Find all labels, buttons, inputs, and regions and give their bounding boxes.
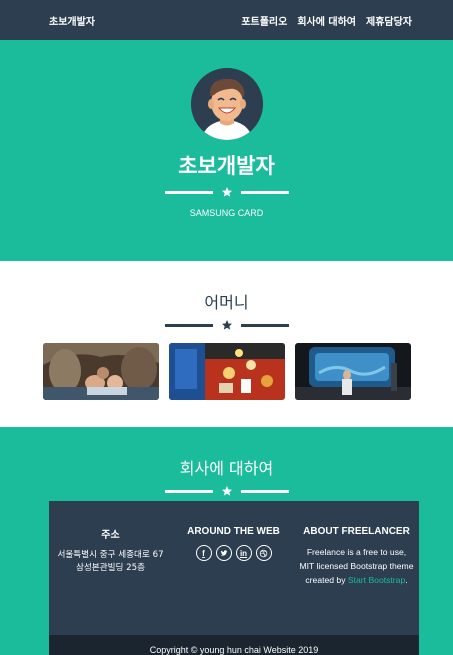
- navbar-brand[interactable]: 초보개발자: [49, 13, 95, 28]
- dribbble-icon[interactable]: [255, 545, 272, 561]
- footer-location-heading: 주소: [101, 530, 120, 541]
- portfolio-item-2[interactable]: [168, 343, 285, 400]
- portfolio-divider: [164, 319, 289, 331]
- footer-freelancer: ABOUT FREELANCER Freelance is a free to …: [295, 526, 418, 587]
- divider-line-left: [164, 489, 213, 493]
- about-divider: [164, 485, 289, 497]
- start-bootstrap-link[interactable]: Start Bootstrap: [348, 575, 405, 585]
- footer-freelancer-period: .: [405, 575, 408, 585]
- copyright-text: Copyright © young hun chai Website 2019: [149, 645, 319, 655]
- star-icon: [221, 486, 232, 496]
- star-icon: [221, 320, 232, 330]
- footer-web-heading: AROUND THE WEB: [187, 526, 280, 537]
- portfolio-item-3[interactable]: [294, 343, 411, 400]
- avatar: [190, 68, 263, 140]
- about-title: 회사에 대하여: [179, 459, 274, 478]
- avatar-illustration: [190, 68, 263, 140]
- footer-address-line1: 서울특별시 중구 세종대로 67: [57, 550, 164, 560]
- footer-web: AROUND THE WEB f in: [172, 526, 295, 587]
- divider-line-right: [240, 190, 289, 194]
- nav-link-portfolio[interactable]: 포트폴리오: [241, 13, 287, 28]
- footer-freelancer-text: Freelance is a free to use, MIT licensed…: [299, 545, 414, 587]
- divider-line-left: [164, 323, 213, 327]
- masthead-title: 초보개발자: [178, 154, 275, 178]
- star-icon: [221, 187, 232, 197]
- nav-link-about[interactable]: 회사에 대하여: [297, 13, 356, 28]
- footer: 주소 서울특별시 중구 세종대로 67 삼성본관빌딩 25층 AROUND TH…: [49, 501, 419, 655]
- masthead-divider: [164, 186, 289, 198]
- footer-freelancer-heading: ABOUT FREELANCER: [303, 526, 410, 537]
- masthead: 초보개발자 SAMSUNG CARD: [0, 40, 453, 261]
- footer-location: 주소 서울특별시 중구 세종대로 67 삼성본관빌딩 25층: [49, 526, 172, 587]
- divider-line-right: [240, 323, 289, 327]
- portfolio-title: 어머니: [204, 293, 249, 312]
- twitter-icon[interactable]: [215, 545, 232, 561]
- linkedin-icon[interactable]: in: [235, 545, 252, 561]
- portfolio-section: 어머니: [0, 261, 453, 427]
- nav-links: 포트폴리오 회사에 대하여 제휴담당자: [241, 13, 412, 28]
- top-navbar: 초보개발자 포트폴리오 회사에 대하여 제휴담당자: [0, 0, 453, 40]
- masthead-subtitle: SAMSUNG CARD: [189, 208, 264, 218]
- portfolio-grid: [42, 343, 411, 400]
- divider-line-right: [240, 489, 289, 493]
- social-links: f in: [176, 545, 291, 561]
- copyright-bar: Copyright © young hun chai Website 2019: [49, 635, 419, 655]
- footer-columns: 주소 서울특별시 중구 세종대로 67 삼성본관빌딩 25층 AROUND TH…: [49, 501, 419, 587]
- divider-line-left: [164, 190, 213, 194]
- facebook-icon[interactable]: f: [195, 545, 212, 561]
- footer-address-line2: 삼성본관빌딩 25층: [75, 563, 145, 573]
- portfolio-item-1[interactable]: [42, 343, 159, 400]
- nav-link-contact[interactable]: 제휴담당자: [366, 13, 412, 28]
